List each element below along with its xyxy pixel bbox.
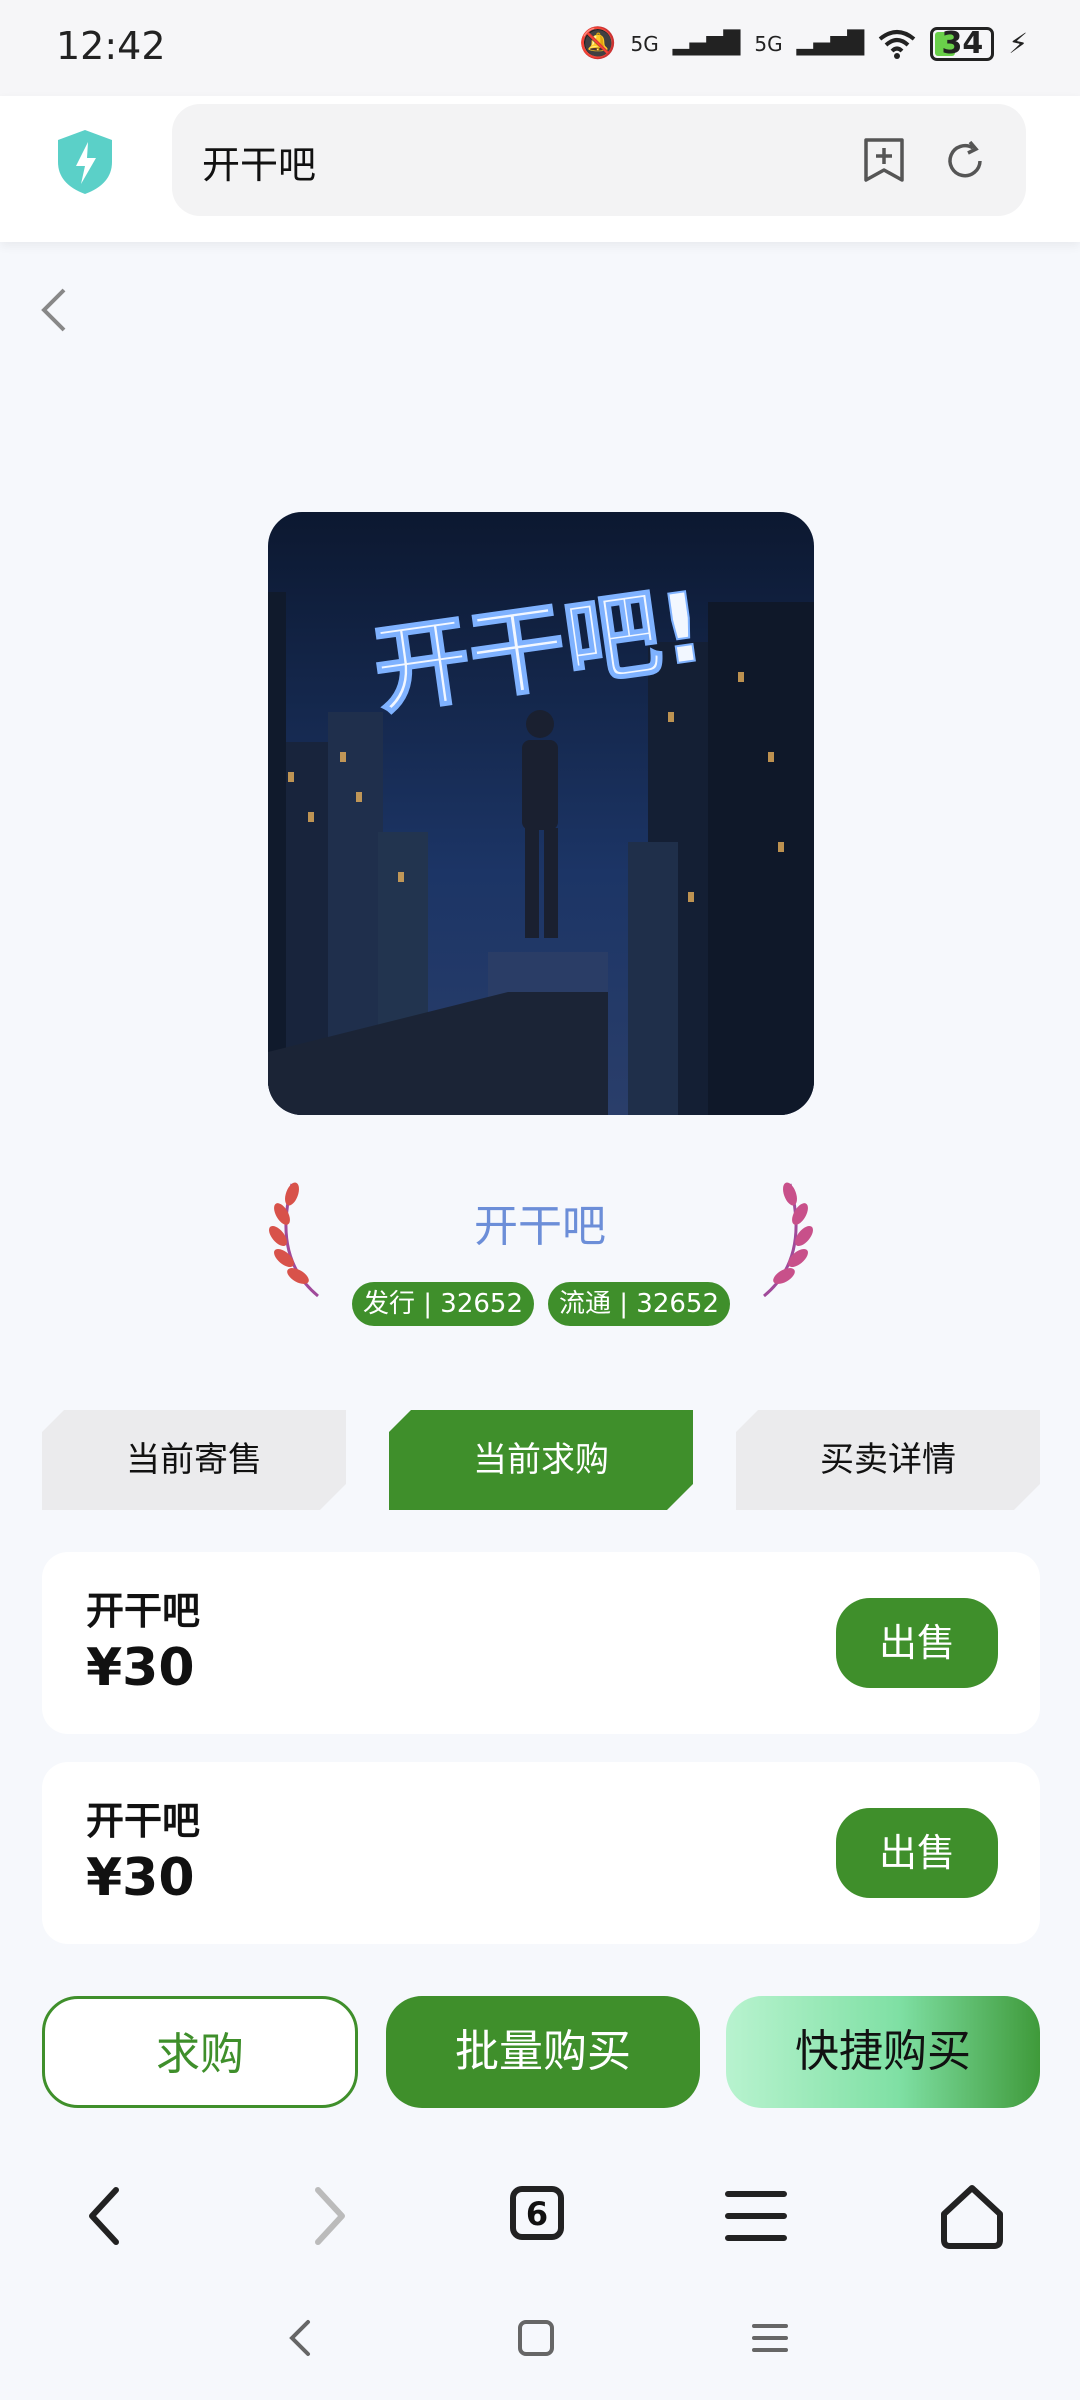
charging-icon: ⚡ xyxy=(1008,27,1028,60)
mute-icon: 🔕 xyxy=(579,26,617,61)
issue-tag: 发行 | 32652 xyxy=(352,1282,534,1326)
order-card: 开干吧 ¥30 出售 xyxy=(42,1552,1040,1734)
laurel-right-icon xyxy=(763,1182,813,1298)
quick-buy-button[interactable]: 快捷购买 xyxy=(726,1996,1040,2108)
address-text[interactable]: 开干吧 xyxy=(202,134,316,189)
battery-level: 34 xyxy=(941,25,984,61)
status-icons: 🔕 5G ▂▄▆█ 5G ▂▄▆█ 34 ⚡ xyxy=(579,26,1028,61)
system-back-icon[interactable] xyxy=(280,2316,320,2360)
tab-count: 6 xyxy=(510,2186,564,2240)
order-card: 开干吧 ¥30 出售 xyxy=(42,1762,1040,1944)
add-bookmark-icon[interactable] xyxy=(862,136,906,184)
order-price: ¥30 xyxy=(86,1638,195,1698)
tab-current-requests[interactable]: 当前求购 xyxy=(389,1410,693,1510)
signal-5g-label-b: 5G xyxy=(754,31,783,56)
menu-icon[interactable] xyxy=(716,2176,796,2256)
product-image: 开干吧! xyxy=(268,512,814,1115)
signal-icon: ▂▄▆█ xyxy=(672,31,741,56)
status-time: 12:42 xyxy=(56,24,166,68)
tab-trade-details[interactable]: 买卖详情 xyxy=(736,1410,1040,1510)
home-icon[interactable] xyxy=(932,2176,1012,2256)
order-name: 开干吧 xyxy=(86,1799,201,1843)
product-title: 开干吧 xyxy=(474,1201,606,1252)
system-home-icon[interactable] xyxy=(514,2316,558,2360)
order-name: 开干吧 xyxy=(86,1589,201,1633)
signal-icon: ▂▄▆█ xyxy=(796,31,865,56)
tabs-button[interactable]: 6 xyxy=(500,2176,580,2256)
battery-icon: 34 xyxy=(930,25,995,61)
tab-current-consignment[interactable]: 当前寄售 xyxy=(42,1410,346,1510)
refresh-icon[interactable] xyxy=(942,138,988,184)
circulation-tag: 流通 | 32652 xyxy=(548,1282,730,1326)
request-buy-button[interactable]: 求购 xyxy=(42,1996,358,2108)
wifi-icon xyxy=(879,29,916,59)
batch-buy-button[interactable]: 批量购买 xyxy=(386,1996,700,2108)
system-menu-icon[interactable] xyxy=(748,2316,792,2360)
laurel-left-icon xyxy=(269,1182,319,1298)
sell-button[interactable]: 出售 xyxy=(836,1598,998,1688)
order-price: ¥30 xyxy=(86,1848,195,1908)
shield-icon[interactable] xyxy=(54,128,116,196)
nav-forward-icon[interactable] xyxy=(286,2176,366,2256)
nav-back-icon[interactable] xyxy=(68,2176,148,2256)
signal-5g-label-a: 5G xyxy=(630,31,659,56)
page-back-icon[interactable] xyxy=(36,286,70,334)
sell-button[interactable]: 出售 xyxy=(836,1808,998,1898)
